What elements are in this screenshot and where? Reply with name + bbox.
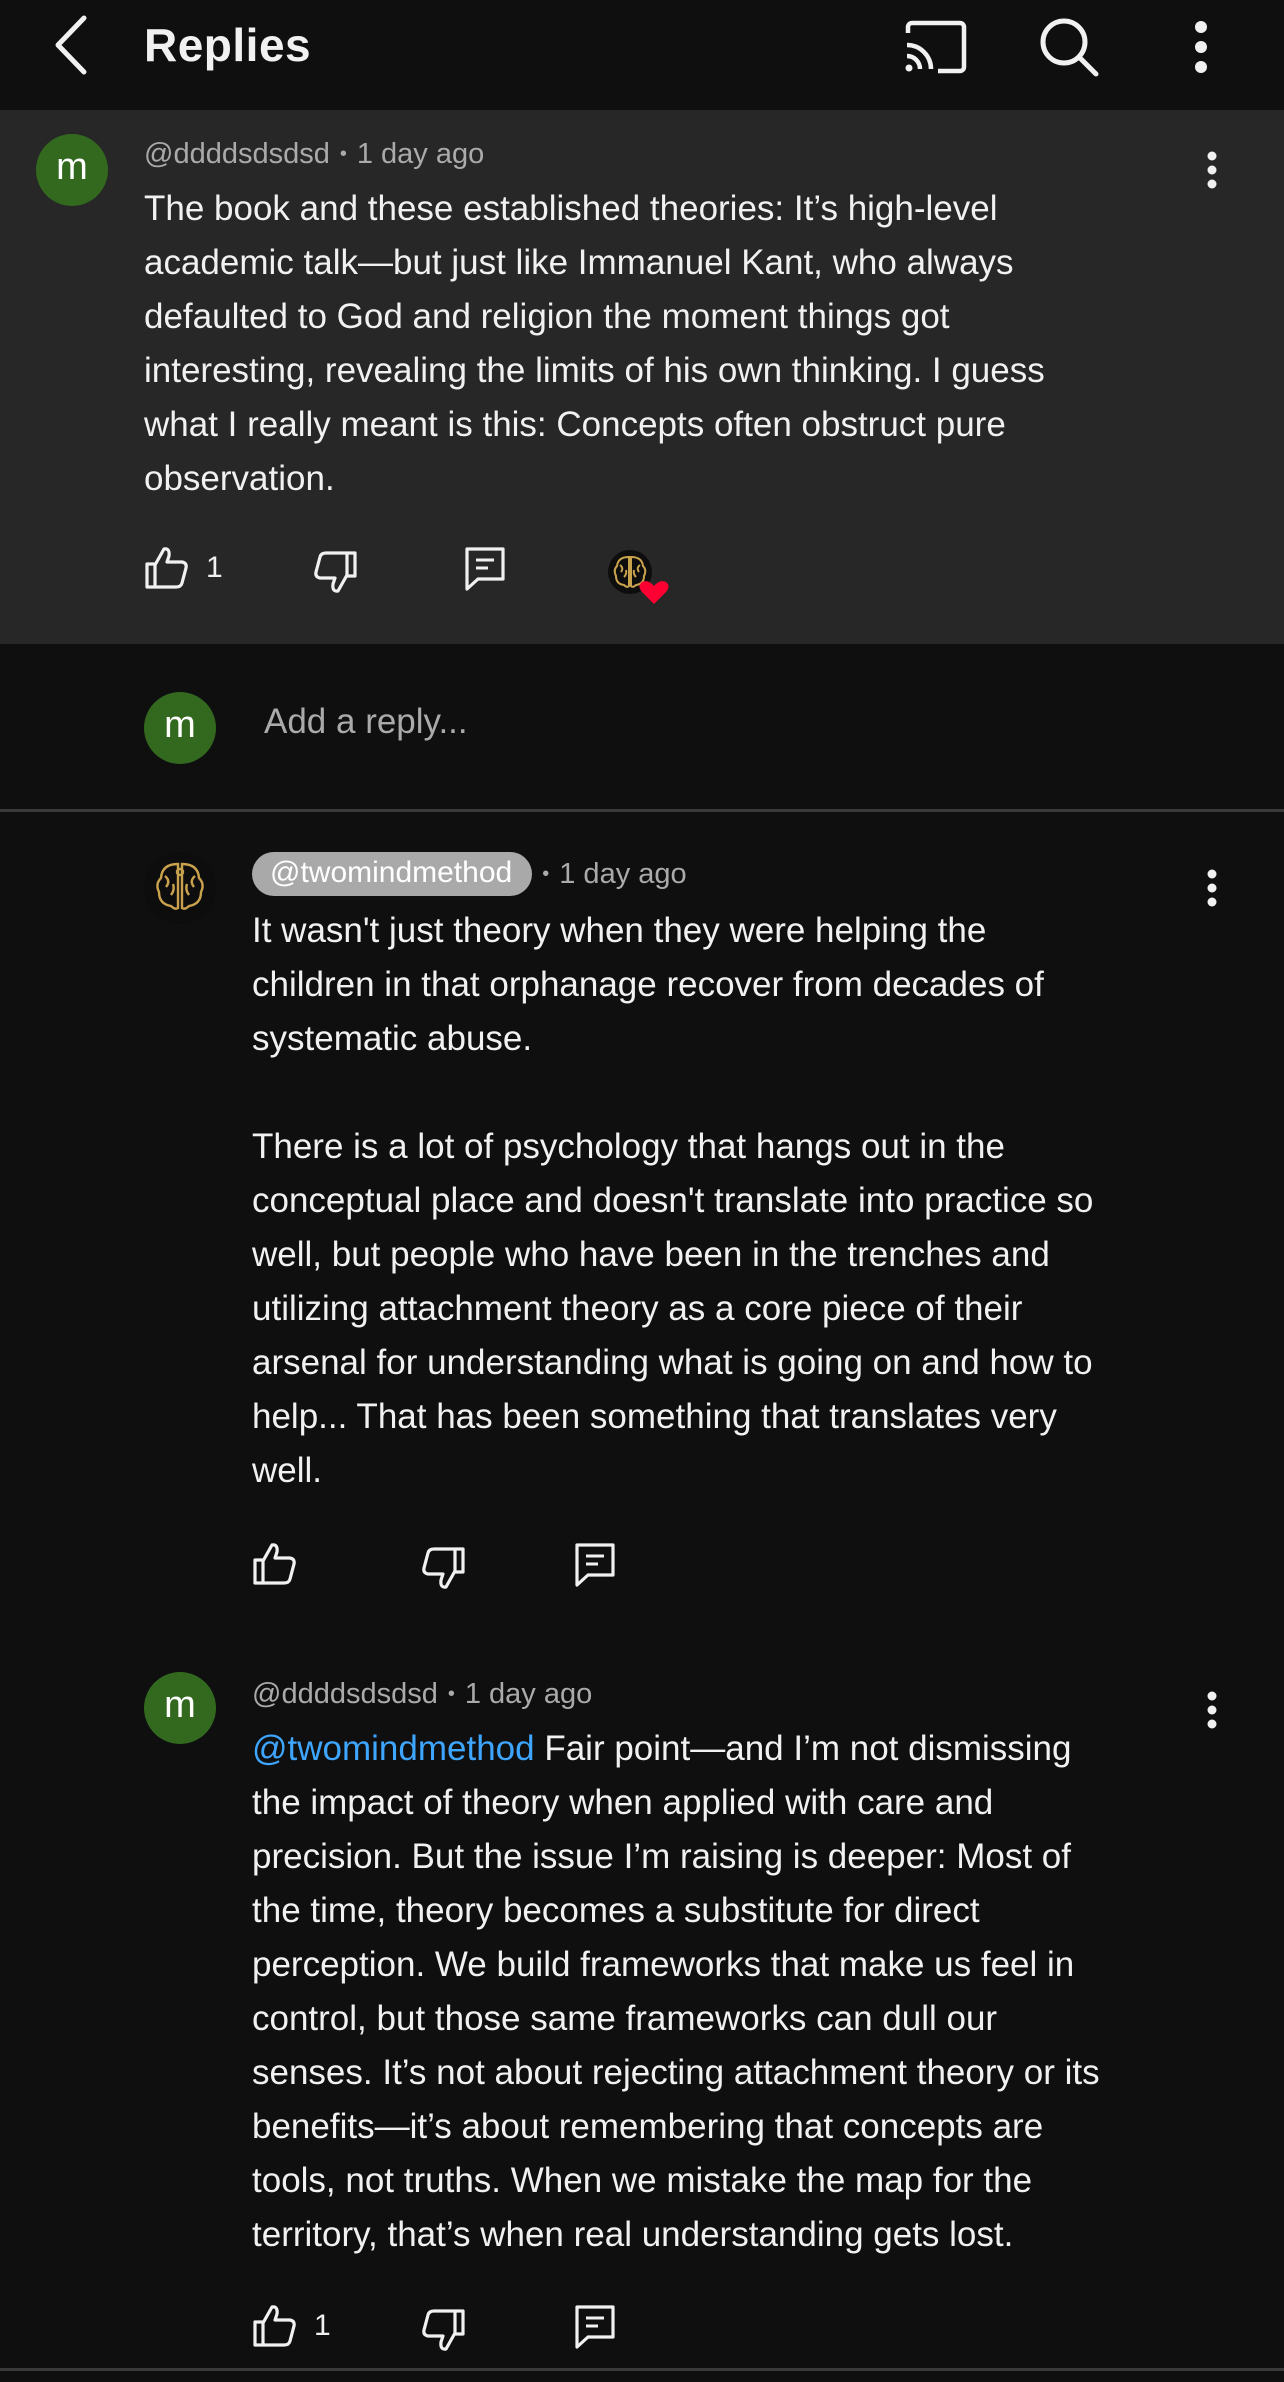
comment-text: It wasn't just theory when they were hel… — [252, 911, 1094, 1490]
thumbs-down-icon — [422, 1547, 465, 1589]
like-button[interactable]: 1 — [144, 546, 223, 590]
comment-meta: @twomindmethod • 1 day ago — [252, 852, 687, 896]
comment-meta: @ddddsdsdsd • 1 day ago — [144, 138, 484, 171]
comment-meta: @ddddsdsdsd • 1 day ago — [252, 1678, 592, 1711]
comment-author[interactable]: @ddddsdsdsd — [144, 138, 330, 171]
replies-screen: Replies m @ddddsdsdsd • 1 day ago The bo… — [0, 0, 1284, 2382]
like-button[interactable]: 1 — [252, 2304, 331, 2348]
thumbs-up-icon — [253, 2305, 296, 2347]
like-count: 1 — [206, 551, 223, 584]
search-icon — [1040, 18, 1099, 77]
thumbs-up-icon — [253, 1543, 296, 1585]
dislike-button[interactable] — [420, 1546, 466, 1590]
cast-icon — [905, 20, 967, 74]
comment-author-chip[interactable]: @twomindmethod — [252, 852, 533, 896]
dislike-button[interactable] — [312, 550, 358, 594]
comment-time: 1 day ago — [356, 138, 485, 170]
more-vertical-icon — [1207, 869, 1217, 907]
thumbs-up-icon — [145, 547, 188, 589]
back-arrow-icon — [55, 15, 87, 75]
reply-comment-icon — [575, 2305, 615, 2349]
more-vertical-icon — [1195, 21, 1207, 73]
meta-separator: • — [447, 1683, 455, 1705]
thumbs-down-icon — [422, 2309, 465, 2351]
divider — [0, 2368, 1284, 2371]
reply-button[interactable] — [574, 1542, 616, 1588]
top-app-bar: Replies — [0, 0, 1284, 110]
comment-author[interactable]: @ddddsdsdsd — [252, 1678, 438, 1711]
brain-logo-icon — [145, 853, 215, 923]
like-count: 1 — [314, 2309, 331, 2342]
creator-heart-icon — [608, 550, 669, 604]
comment-text: The book and these established theories:… — [144, 189, 1045, 498]
parent-comment: m @ddddsdsdsd • 1 day ago The book and t… — [0, 110, 1284, 644]
page-title: Replies — [144, 19, 312, 71]
thumbs-down-icon — [314, 551, 357, 593]
more-options-button[interactable] — [1166, 12, 1236, 82]
reply-comment-icon — [465, 547, 505, 591]
add-reply-input[interactable]: Add a reply... — [264, 702, 468, 742]
cast-button[interactable] — [900, 12, 970, 82]
add-reply-row: m Add a reply... — [0, 644, 1284, 812]
reply-button[interactable] — [464, 546, 506, 592]
search-button[interactable] — [1034, 12, 1104, 82]
comment-text: @twomindmethod Fair point—and I’m not di… — [252, 1722, 1262, 2262]
reply-comment-icon — [575, 1543, 615, 1587]
comment-text-body: Fair point—and I’m not dismissing the im… — [252, 1729, 1100, 2254]
like-button[interactable] — [252, 1542, 314, 1586]
comment-time: 1 day ago — [464, 1678, 593, 1710]
avatar[interactable] — [144, 852, 216, 924]
reply-button[interactable] — [574, 2304, 616, 2350]
mention-link[interactable]: @twomindmethod — [252, 1729, 535, 1768]
comment-time: 1 day ago — [559, 857, 687, 890]
dislike-button[interactable] — [420, 2308, 466, 2352]
avatar[interactable]: m — [144, 1672, 216, 1744]
avatar: m — [144, 692, 216, 764]
avatar[interactable]: m — [36, 134, 108, 206]
meta-separator: • — [339, 143, 347, 165]
back-button[interactable] — [44, 14, 96, 76]
meta-separator: • — [542, 862, 550, 885]
creator-heart-badge — [606, 548, 676, 608]
